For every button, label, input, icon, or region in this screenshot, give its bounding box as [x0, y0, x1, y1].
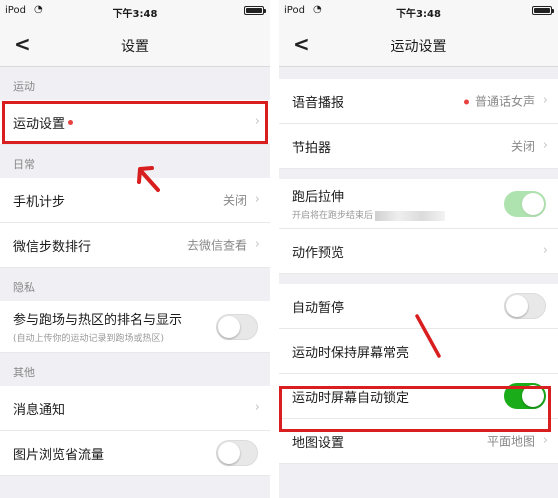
post-run-stretch-label: 跑后拉伸	[292, 190, 345, 205]
notifications-item[interactable]: 消息通知 ›	[0, 386, 270, 431]
status-bar: iPod ◔ 下午3:48	[279, 0, 558, 22]
image-data-saver-toggle[interactable]	[216, 440, 258, 466]
image-data-saver-label: 图片浏览省流量	[13, 447, 105, 463]
map-settings-label: 地图设置	[292, 435, 345, 451]
voice-broadcast-item[interactable]: 语音播报 普通话女声 ›	[279, 79, 558, 124]
phone-step-count-label: 手机计步	[13, 194, 66, 210]
battery-icon	[244, 6, 266, 15]
image-data-saver-item: 图片浏览省流量	[0, 431, 270, 476]
metronome-label: 节拍器	[292, 140, 332, 156]
new-badge-dot	[463, 99, 469, 105]
chevron-right-icon: ›	[542, 93, 548, 109]
sport-settings-screen: iPod ◔ 下午3:48 < 运动设置 语音播报 普通话女声 › 节拍器 关闭…	[279, 0, 558, 498]
status-bar: iPod ◔ 下午3:48	[0, 0, 270, 22]
toggle-knob	[522, 192, 544, 215]
keep-screen-on-label: 运动时保持屏幕常亮	[292, 345, 410, 361]
map-settings-value: 平面地图	[486, 434, 535, 449]
metronome-item[interactable]: 节拍器 关闭 ›	[279, 124, 558, 169]
voice-broadcast-label: 语音播报	[292, 95, 345, 111]
auto-pause-toggle[interactable]	[504, 293, 546, 319]
motion-preview-item[interactable]: 动作预览 ›	[279, 229, 558, 274]
ranking-display-toggle[interactable]	[216, 313, 258, 340]
page-title: 运动设置	[390, 39, 447, 55]
obscured-text	[375, 210, 446, 221]
status-time: 下午3:48	[396, 9, 441, 20]
toggle-knob	[506, 295, 528, 317]
chevron-right-icon: ›	[542, 433, 548, 449]
toggle-knob	[218, 315, 240, 338]
highlight-box-auto-lock	[279, 386, 551, 432]
chevron-right-icon: ›	[254, 237, 260, 253]
metronome-value: 关闭	[510, 139, 535, 154]
ranking-display-label: 参与跑场与热区的排名与显示	[13, 313, 183, 328]
phone-step-count-value: 关闭	[222, 193, 247, 208]
section-header-other: 其他	[13, 366, 35, 379]
nav-bar: < 设置	[0, 22, 270, 67]
chevron-right-icon: ›	[254, 192, 260, 208]
wechat-step-rank-value: 去微信查看	[186, 238, 247, 253]
motion-preview-label: 动作预览	[292, 245, 345, 261]
ranking-display-sub: (自动上传你的运动记录到跑场或热区)	[13, 334, 165, 344]
chevron-right-icon: ›	[254, 400, 260, 416]
highlight-box-sport-settings	[2, 101, 268, 144]
wechat-step-rank-label: 微信步数排行	[13, 239, 92, 255]
pointer-line-icon	[415, 314, 441, 358]
pointer-arrow-icon	[137, 166, 160, 192]
section-header-privacy: 隐私	[13, 281, 35, 294]
chevron-right-icon: ›	[542, 243, 548, 259]
notifications-label: 消息通知	[13, 402, 66, 418]
wechat-step-rank-item[interactable]: 微信步数排行 去微信查看 ›	[0, 223, 270, 268]
screen-divider	[270, 0, 279, 498]
status-time: 下午3:48	[112, 9, 158, 20]
post-run-stretch-toggle[interactable]	[504, 190, 546, 217]
post-run-stretch-item: 跑后拉伸 开启将在跑步结束后	[279, 179, 558, 229]
settings-screen: iPod ◔ 下午3:48 < 设置 运动 运动设置 › 日常 手机计步 关闭 …	[0, 0, 270, 498]
nav-bar: < 运动设置	[279, 22, 558, 67]
ranking-display-item: 参与跑场与热区的排名与显示 (自动上传你的运动记录到跑场或热区)	[0, 301, 270, 353]
page-title: 设置	[121, 39, 149, 55]
toggle-knob	[218, 442, 240, 464]
voice-broadcast-value: 普通话女声	[463, 93, 535, 110]
battery-icon	[532, 6, 554, 15]
auto-pause-label: 自动暂停	[292, 300, 345, 316]
post-run-stretch-sub: 开启将在跑步结束后	[292, 211, 374, 221]
chevron-right-icon: ›	[542, 138, 548, 154]
section-header-sport: 运动	[13, 80, 35, 93]
